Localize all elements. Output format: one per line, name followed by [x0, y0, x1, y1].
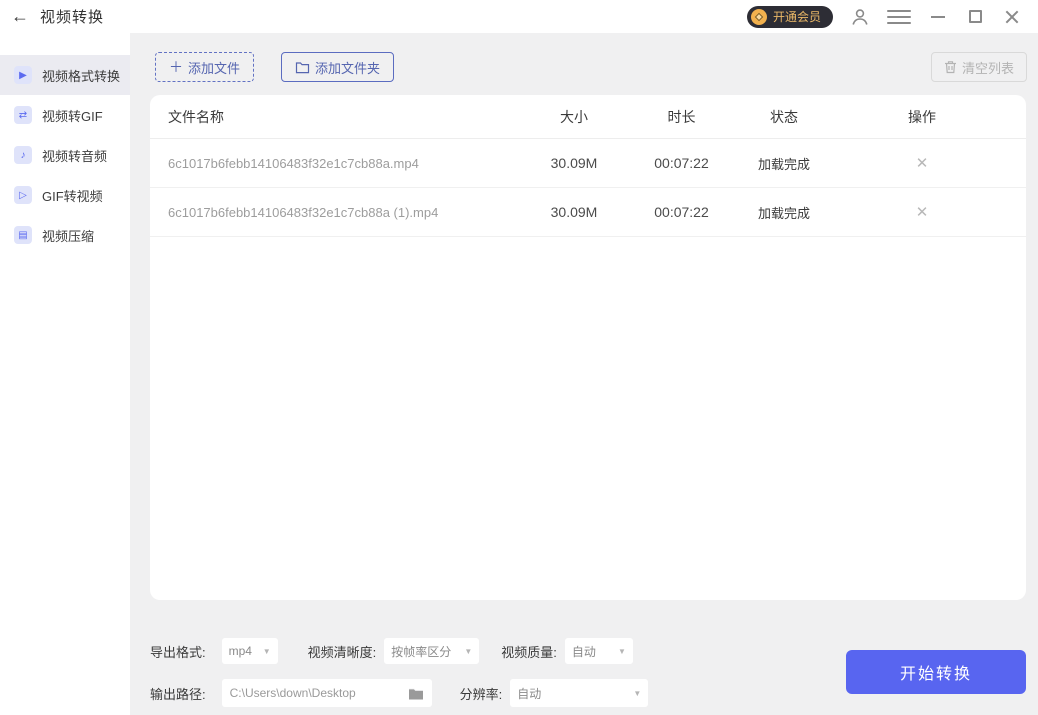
browse-folder-icon[interactable]: [408, 687, 424, 700]
add-folder-button[interactable]: 添加文件夹: [281, 52, 395, 82]
column-header-filename: 文件名称: [168, 108, 224, 125]
page-title: 视频转换: [40, 9, 105, 26]
start-convert-button[interactable]: 开始转换: [846, 650, 1026, 694]
file-name: 6c1017b6febb14106483f32e1c7cb88a.mp4: [168, 155, 419, 171]
add-folder-label: 添加文件夹: [315, 60, 381, 76]
sidebar-item-video-to-audio[interactable]: ♪ 视频转音频: [0, 135, 130, 175]
file-size: 30.09M: [550, 155, 598, 171]
settings-row-1: 导出格式: mp4 ▼ 视频清晰度: 按帧率区分 ▼ 视频质量: 自动 ▼: [150, 637, 633, 665]
video-to-gif-icon: ⇄: [14, 106, 32, 124]
video-format-convert-icon: ▶: [14, 66, 32, 84]
app-window: ← 视频转换 开通会员 ▶ 视频格式转换 ⇄ 视频转GIF ♪ 视频转音频 ▷ …: [0, 0, 1038, 715]
file-status: 加载完成: [757, 205, 810, 221]
clear-list-label: 清空列表: [961, 60, 1014, 76]
resolution-select[interactable]: 自动 ▼: [510, 679, 649, 707]
sidebar: ▶ 视频格式转换 ⇄ 视频转GIF ♪ 视频转音频 ▷ GIF转视频 ▤ 视频压…: [0, 33, 130, 715]
file-duration: 00:07:22: [654, 155, 709, 171]
settings-row-2: 输出路径: C:\Users\down\Desktop 分辨率: 自动 ▼: [150, 679, 649, 707]
table-row: 6c1017b6febb14106483f32e1c7cb88a.mp4 30.…: [150, 139, 1026, 188]
sidebar-item-label: 视频转GIF: [42, 108, 103, 124]
sidebar-item-video-format-convert[interactable]: ▶ 视频格式转换: [0, 55, 130, 95]
plus-icon: ＋: [169, 59, 183, 75]
file-duration: 00:07:22: [654, 204, 709, 220]
clear-list-button[interactable]: 清空列表: [930, 52, 1027, 82]
hamburger-menu-icon[interactable]: [887, 9, 911, 24]
quality-value: 自动: [571, 644, 596, 659]
clarity-select[interactable]: 按帧率区分 ▼: [384, 638, 480, 664]
toolbar: ＋ 添加文件 添加文件夹 清空列表: [155, 52, 1027, 82]
remove-file-icon[interactable]: ✕: [916, 155, 929, 172]
remove-file-icon[interactable]: ✕: [916, 204, 929, 221]
file-list-panel: 文件名称 大小 时长 状态 操作 6c1017b6febb14106483f32…: [150, 95, 1026, 600]
titlebar: ← 视频转换 开通会员: [0, 0, 1038, 33]
add-file-button[interactable]: ＋ 添加文件: [155, 52, 255, 82]
sidebar-item-gif-to-video[interactable]: ▷ GIF转视频: [0, 175, 130, 215]
resolution-label: 分辨率:: [459, 686, 503, 702]
chevron-down-icon: ▼: [262, 646, 271, 656]
sidebar-item-video-compress[interactable]: ▤ 视频压缩: [0, 215, 130, 255]
export-format-label: 导出格式:: [150, 644, 206, 660]
clarity-value: 按帧率区分: [391, 644, 452, 659]
gem-icon: [750, 8, 767, 25]
titlebar-controls: 开通会员: [746, 5, 1038, 28]
column-header-size: 大小: [560, 108, 588, 125]
user-account-icon[interactable]: [850, 7, 870, 27]
back-arrow-icon: ←: [11, 6, 29, 26]
sidebar-item-label: 视频格式转换: [42, 68, 121, 84]
add-file-label: 添加文件: [188, 60, 241, 76]
file-size: 30.09M: [550, 204, 598, 220]
column-header-duration: 时长: [667, 108, 696, 125]
sidebar-item-label: 视频转音频: [42, 148, 108, 164]
file-name: 6c1017b6febb14106483f32e1c7cb88a (1).mp4: [168, 204, 439, 220]
chevron-down-icon: ▼: [633, 688, 642, 698]
file-status: 加载完成: [757, 156, 810, 172]
back-button[interactable]: ←: [0, 6, 40, 27]
chevron-down-icon: ▼: [464, 646, 473, 656]
start-convert-label: 开始转换: [899, 666, 972, 683]
chevron-down-icon: ▼: [617, 646, 626, 656]
sidebar-item-video-to-gif[interactable]: ⇄ 视频转GIF: [0, 95, 130, 135]
output-path-value: C:\Users\down\Desktop: [229, 686, 356, 700]
resolution-value: 自动: [517, 686, 542, 701]
clarity-label: 视频清晰度:: [307, 644, 377, 660]
output-path-label: 输出路径:: [150, 686, 206, 702]
minimize-button[interactable]: [928, 7, 948, 27]
quality-select[interactable]: 自动 ▼: [564, 638, 633, 664]
minimize-icon: [931, 15, 945, 18]
vip-label: 开通会员: [772, 10, 821, 24]
close-icon: [1005, 10, 1019, 24]
maximize-icon: [968, 10, 982, 23]
maximize-button[interactable]: [965, 7, 985, 27]
video-compress-icon: ▤: [14, 226, 32, 244]
trash-icon: [944, 61, 956, 74]
folder-icon: [295, 61, 310, 73]
table-header: 文件名称 大小 时长 状态 操作: [150, 95, 1026, 139]
output-path-input[interactable]: C:\Users\down\Desktop: [221, 679, 432, 707]
column-header-action: 操作: [908, 108, 936, 125]
sidebar-item-label: 视频压缩: [42, 228, 95, 244]
video-to-audio-icon: ♪: [14, 146, 32, 164]
gif-to-video-icon: ▷: [14, 186, 32, 204]
quality-label: 视频质量:: [501, 644, 557, 660]
main-content: ＋ 添加文件 添加文件夹 清空列表 文件名称 大小 时长 状态 操作 6c101…: [130, 33, 1038, 715]
column-header-status: 状态: [770, 108, 798, 125]
export-format-select[interactable]: mp4 ▼: [221, 638, 278, 664]
export-format-value: mp4: [228, 644, 252, 658]
table-row: 6c1017b6febb14106483f32e1c7cb88a (1).mp4…: [150, 188, 1026, 237]
sidebar-item-label: GIF转视频: [42, 188, 103, 204]
vip-upgrade-button[interactable]: 开通会员: [746, 5, 833, 28]
close-button[interactable]: [1002, 7, 1022, 27]
